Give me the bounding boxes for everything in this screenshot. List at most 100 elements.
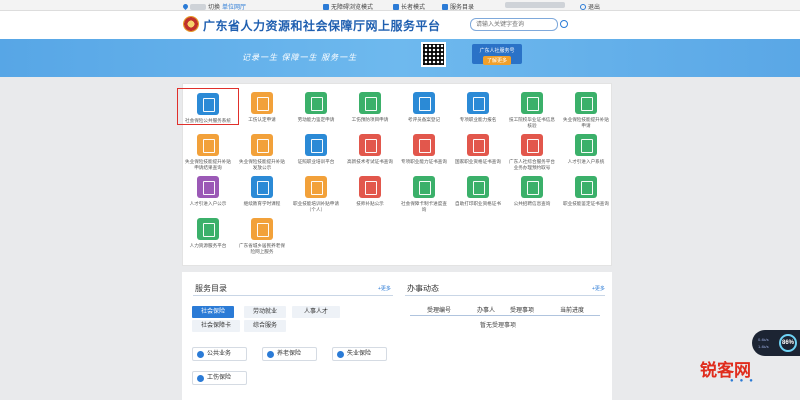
elderly-label: 长者模式 bbox=[401, 5, 426, 11]
service-item[interactable]: 高新技术考试证书查询 bbox=[345, 134, 395, 165]
service-directory-link[interactable]: 服务目录 bbox=[442, 2, 474, 11]
service-icon bbox=[197, 93, 219, 115]
mic-icon[interactable]: ● bbox=[740, 378, 744, 384]
person-icon bbox=[197, 351, 204, 358]
service-item[interactable]: 工伤预防项目申请 bbox=[345, 92, 395, 123]
service-item[interactable]: 失业保险技能提升补贴发放公示 bbox=[237, 134, 287, 171]
service-icon bbox=[467, 134, 489, 156]
service-icon bbox=[521, 92, 543, 114]
location-name bbox=[190, 3, 206, 10]
service-item[interactable]: 工伤认定申请 bbox=[237, 92, 287, 123]
service-label: 社会保障卡制卡进度查询 bbox=[401, 201, 447, 212]
location-switch[interactable]: 切换 单位网厅 bbox=[181, 2, 246, 11]
network-monitor-widget[interactable]: 0.4k/s 1.4k/s 86% bbox=[752, 330, 800, 356]
service-item[interactable]: 社会保险公共服务系统 bbox=[177, 88, 239, 125]
service-item[interactable]: 技工院校毕业证书信息核验 bbox=[507, 92, 557, 129]
service-item[interactable]: 技师补贴公示 bbox=[345, 176, 395, 207]
item-pension[interactable]: 养老保险 bbox=[262, 347, 317, 361]
affairs-more[interactable]: +更多 bbox=[592, 285, 605, 292]
item-label: 工伤保险 bbox=[207, 375, 232, 381]
service-item[interactable]: 广东省城乡居民养老保险网上服务 bbox=[237, 218, 287, 255]
service-item[interactable]: 人才引进入户系统 bbox=[561, 134, 611, 165]
ime-icon[interactable]: ● bbox=[730, 378, 734, 384]
service-label: 广东省城乡居民养老保险网上服务 bbox=[239, 243, 285, 254]
service-icon bbox=[251, 92, 273, 114]
service-icon bbox=[575, 134, 597, 156]
service-label: 劳动能力鉴定申请 bbox=[297, 117, 335, 122]
service-item[interactable]: 专项职业能力证书查询 bbox=[399, 134, 449, 165]
service-item[interactable]: 人才引进入户公示 bbox=[183, 176, 233, 207]
search-input[interactable] bbox=[470, 18, 558, 31]
service-label: 职业技能鉴定证书查询 bbox=[563, 201, 609, 206]
category-general[interactable]: 综合服务 bbox=[244, 320, 286, 332]
service-icon bbox=[197, 218, 219, 240]
person-icon bbox=[267, 351, 274, 358]
item-work-injury[interactable]: 工伤保险 bbox=[192, 371, 247, 385]
service-item[interactable]: 自助打印职业资格证书 bbox=[453, 176, 503, 207]
unit-hall-link[interactable]: 单位网厅 bbox=[222, 2, 246, 11]
service-item[interactable]: 职业技能鉴定证书查询 bbox=[561, 176, 611, 207]
item-public-business[interactable]: 公共业务 bbox=[192, 347, 247, 361]
item-unemployment[interactable]: 失业保险 bbox=[332, 347, 387, 361]
service-label: 广东人社综合服务平台业务办理预约取号 bbox=[509, 159, 555, 170]
service-item[interactable]: 国家职业资格证书查询 bbox=[453, 134, 503, 165]
services-panel: 社会保险公共服务系统 工伤认定申请 劳动能力鉴定申请 工伤预防项目申请 考评员备案登记专… bbox=[177, 83, 612, 266]
wechat-service-card[interactable]: 广东人社服务号 了解更多 bbox=[472, 44, 522, 65]
service-label: 职业技能培训补贴申请（个人） bbox=[293, 201, 339, 212]
service-item[interactable]: 劳动能力鉴定申请 bbox=[291, 92, 341, 123]
service-label: 证照职业培训平台 bbox=[297, 159, 335, 164]
service-label: 社会保险公共服务系统 bbox=[185, 118, 231, 123]
service-item[interactable]: 失业保险技能提升补贴申请 bbox=[561, 92, 611, 129]
user-name-blur bbox=[505, 2, 565, 8]
elderly-mode-link[interactable]: 长者模式 bbox=[393, 2, 425, 11]
service-label: 技师补贴公示 bbox=[356, 201, 384, 206]
accessible-mode-link[interactable]: 无障碍浏览模式 bbox=[323, 2, 373, 11]
service-item[interactable]: 证照职业培训平台 bbox=[291, 134, 341, 165]
category-talent[interactable]: 人事人才 bbox=[292, 306, 340, 318]
category-social-card[interactable]: 社会保障卡 bbox=[192, 320, 240, 332]
service-directory-more[interactable]: +更多 bbox=[378, 285, 391, 292]
category-social-insurance[interactable]: 社会保险 bbox=[192, 306, 234, 318]
site-title: 广东省人力资源和社会保障厅网上服务平台 bbox=[203, 19, 441, 33]
service-icon bbox=[305, 176, 327, 198]
service-label: 失业保险技能提升补贴发放公示 bbox=[239, 159, 285, 170]
service-item[interactable]: 职业技能培训补贴申请（个人） bbox=[291, 176, 341, 213]
service-icon bbox=[467, 176, 489, 198]
service-dir-label: 服务目录 bbox=[450, 5, 475, 11]
download-rate: 1.4k/s bbox=[758, 344, 769, 349]
accessible-label: 无障碍浏览模式 bbox=[331, 5, 374, 11]
service-item[interactable]: 人力资源服务平台 bbox=[183, 218, 233, 249]
item-label: 养老保险 bbox=[277, 351, 302, 357]
logout-link[interactable]: 退出 bbox=[580, 2, 600, 11]
service-label: 人力资源服务平台 bbox=[189, 243, 227, 248]
logout-label: 退出 bbox=[588, 5, 601, 11]
service-icon bbox=[359, 92, 381, 114]
service-icon bbox=[467, 92, 489, 114]
service-label: 技工院校毕业证书信息核验 bbox=[509, 117, 555, 128]
upload-rate: 0.4k/s bbox=[758, 337, 769, 342]
learn-more-button[interactable]: 了解更多 bbox=[482, 56, 511, 65]
service-label: 高新技术考试证书查询 bbox=[347, 159, 393, 164]
user-name bbox=[505, 2, 565, 8]
service-item[interactable]: 社会保障卡制卡进度查询 bbox=[399, 176, 449, 213]
service-item[interactable]: 考评员备案登记 bbox=[399, 92, 449, 123]
service-icon bbox=[413, 176, 435, 198]
col-progress: 当前进度 bbox=[560, 308, 585, 314]
service-item[interactable]: 公共招聘信息查询 bbox=[507, 176, 557, 207]
service-item[interactable]: 专项职业能力报名 bbox=[453, 92, 503, 123]
service-item[interactable]: 继续教育学时课程 bbox=[237, 176, 287, 207]
service-label: 国家职业资格证书查询 bbox=[455, 159, 501, 164]
table-header-line bbox=[410, 315, 600, 316]
service-item[interactable]: 广东人社综合服务平台业务办理预约取号 bbox=[507, 134, 557, 171]
person-icon bbox=[197, 375, 204, 382]
empty-message: 暂无受理事项 bbox=[480, 323, 517, 329]
service-icon bbox=[413, 134, 435, 156]
search-icon[interactable] bbox=[560, 20, 568, 28]
service-icon bbox=[251, 134, 273, 156]
switch-link[interactable]: 切换 bbox=[208, 2, 220, 11]
service-item[interactable]: 失业保险技能提升补贴申请结果查询 bbox=[183, 134, 233, 171]
keyboard-icon[interactable]: ● bbox=[749, 378, 753, 384]
service-label: 专项职业能力报名 bbox=[459, 117, 497, 122]
category-employment[interactable]: 劳动就业 bbox=[244, 306, 286, 318]
directory-divider bbox=[193, 295, 393, 296]
